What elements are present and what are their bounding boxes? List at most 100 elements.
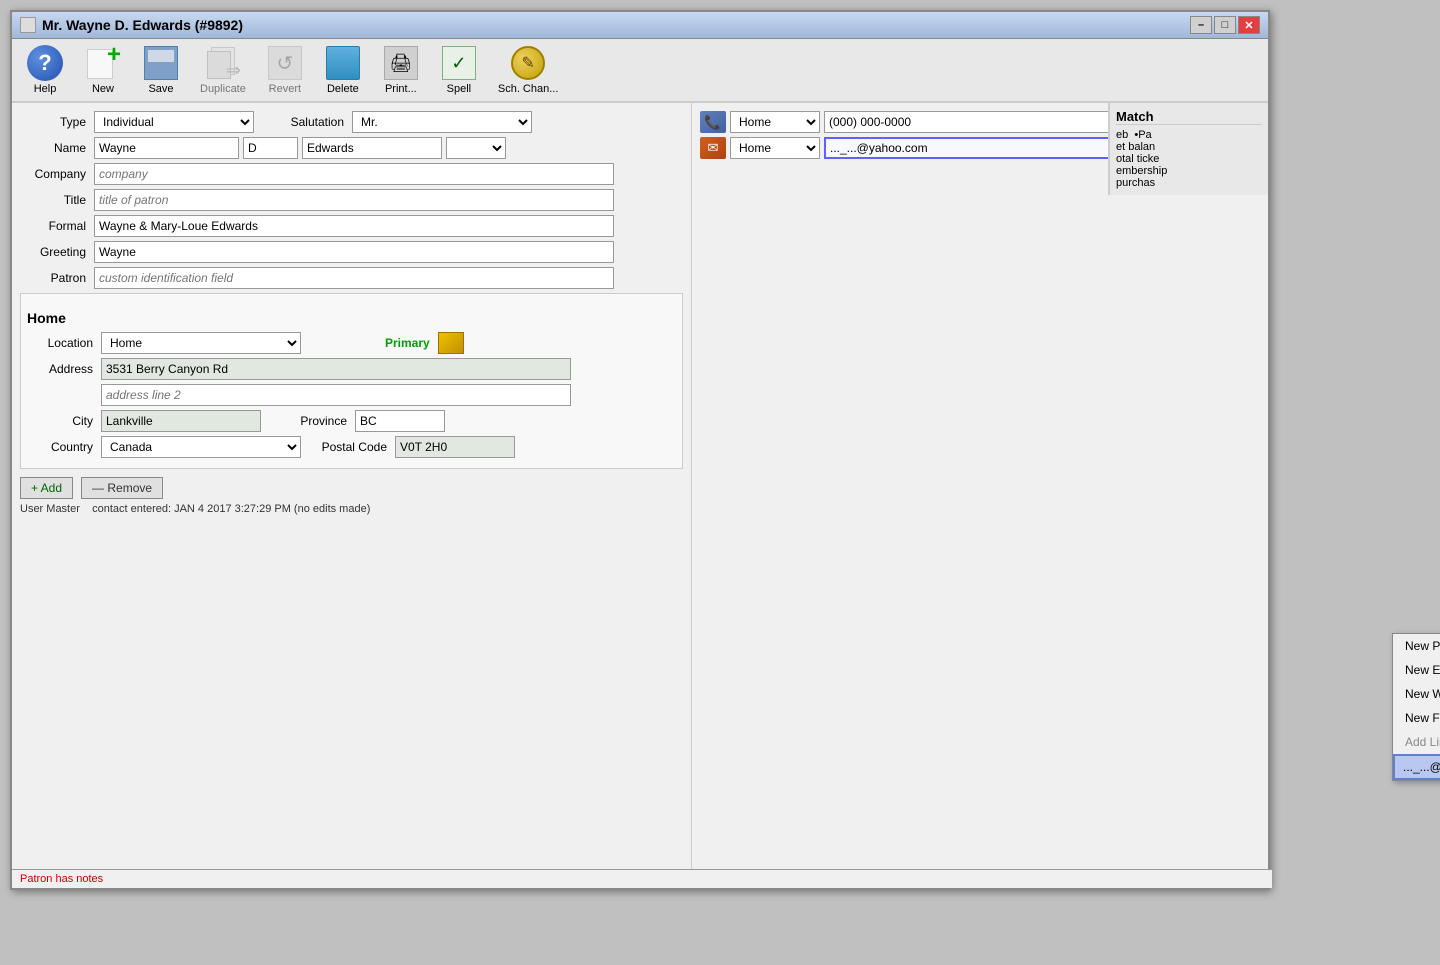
- title-bar-left: Mr. Wayne D. Edwards (#9892): [20, 17, 243, 33]
- duplicate-icon: ⇒: [205, 45, 241, 81]
- greeting-label: Greeting: [20, 245, 90, 259]
- address-section: Home Location Home Primary Address: [20, 293, 683, 469]
- print-label: Print...: [385, 83, 417, 95]
- email-type-select[interactable]: Home: [730, 137, 820, 159]
- address-label: Address: [27, 362, 97, 376]
- save-button[interactable]: Save: [136, 43, 186, 97]
- context-new-email-label: New Email: [1405, 663, 1440, 677]
- context-new-email[interactable]: New Email ▶: [1393, 658, 1440, 682]
- duplicate-button[interactable]: ⇒ Duplicate: [194, 43, 252, 97]
- content-area: Type Individual Salutation Mr. Name: [12, 103, 1268, 883]
- revert-icon: ↺: [267, 45, 303, 81]
- revert-label: Revert: [269, 83, 301, 95]
- formal-label: Formal: [20, 219, 90, 233]
- context-menu: New Phone ▶ New Email ▶ New Website ▶ Ne…: [1392, 633, 1440, 781]
- contact-status: User Master contact entered: JAN 4 2017 …: [20, 503, 683, 515]
- new-button[interactable]: + New: [78, 43, 128, 97]
- side-panel-item-2: et balan: [1116, 141, 1262, 153]
- context-email-row[interactable]: ..._...@yahoo.com ▶: [1393, 754, 1440, 780]
- context-email-value: ..._...@yahoo.com: [1403, 760, 1440, 774]
- location-row: Location Home Primary: [27, 332, 676, 354]
- patron-input[interactable]: [94, 267, 614, 289]
- print-icon: 🖨: [383, 45, 419, 81]
- add-remove-row: + Add — Remove: [20, 477, 683, 499]
- address2-input[interactable]: [101, 384, 571, 406]
- city-input[interactable]: [101, 410, 261, 432]
- delete-button[interactable]: Delete: [318, 43, 368, 97]
- province-input[interactable]: [355, 410, 445, 432]
- side-panel-item-1: eb •Pa: [1116, 129, 1262, 141]
- window-title: Mr. Wayne D. Edwards (#9892): [42, 17, 243, 33]
- title-row: Title: [20, 189, 683, 211]
- name-row: Name: [20, 137, 683, 159]
- title-input[interactable]: [94, 189, 614, 211]
- patron-label: Patron: [20, 271, 90, 285]
- save-icon: [143, 45, 179, 81]
- salutation-label: Salutation: [278, 115, 348, 129]
- sch-chan-label: Sch. Chan...: [498, 83, 559, 95]
- spell-icon: ✓: [441, 45, 477, 81]
- spell-label: Spell: [447, 83, 471, 95]
- delete-label: Delete: [327, 83, 359, 95]
- context-new-website-label: New Website: [1405, 687, 1440, 701]
- address2-row: [27, 384, 676, 406]
- side-panel-item-3: otal ticke: [1116, 153, 1262, 165]
- side-panel-title: Match: [1116, 109, 1262, 125]
- first-name-input[interactable]: [94, 137, 239, 159]
- duplicate-label: Duplicate: [200, 83, 246, 95]
- add-button[interactable]: + Add: [20, 477, 73, 499]
- formal-row: Formal: [20, 215, 683, 237]
- title-buttons: – □ ✕: [1190, 16, 1260, 34]
- user-label: User Master: [20, 503, 80, 515]
- type-salutation-row: Type Individual Salutation Mr.: [20, 111, 683, 133]
- context-new-website[interactable]: New Website ▶: [1393, 682, 1440, 706]
- context-add-link-label: Add Link To Contact In Household: [1405, 735, 1440, 749]
- country-postal-row: Country Canada Postal Code: [27, 436, 676, 458]
- status-bar: Patron has notes: [12, 869, 1272, 888]
- greeting-input[interactable]: [94, 241, 614, 263]
- context-add-link[interactable]: Add Link To Contact In Household: [1393, 730, 1440, 754]
- new-icon: +: [85, 45, 121, 81]
- postal-input[interactable]: [395, 436, 515, 458]
- toolbar: ? Help + New Save ⇒: [12, 39, 1268, 103]
- main-window: Mr. Wayne D. Edwards (#9892) – □ ✕ ? Hel…: [10, 10, 1270, 890]
- company-input[interactable]: [94, 163, 614, 185]
- patron-notes: Patron has notes: [20, 873, 103, 885]
- type-label: Type: [20, 115, 90, 129]
- same-email-arrow: Same Email: [1392, 273, 1440, 673]
- salutation-select[interactable]: Mr.: [352, 111, 532, 133]
- middle-name-input[interactable]: [243, 137, 298, 159]
- formal-input[interactable]: [94, 215, 614, 237]
- sch-chan-button[interactable]: ✎ Sch. Chan...: [492, 43, 565, 97]
- phone-icon: 📞: [700, 111, 726, 133]
- context-new-fax[interactable]: New Fax ▶: [1393, 706, 1440, 730]
- minimize-button[interactable]: –: [1190, 16, 1212, 34]
- country-select[interactable]: Canada: [101, 436, 301, 458]
- close-button[interactable]: ✕: [1238, 16, 1260, 34]
- location-select[interactable]: Home: [101, 332, 301, 354]
- primary-label: Primary: [385, 336, 430, 350]
- type-select[interactable]: Individual: [94, 111, 254, 133]
- province-label: Province: [281, 414, 351, 428]
- primary-gold-btn[interactable]: [438, 332, 464, 354]
- remove-button[interactable]: — Remove: [81, 477, 163, 499]
- print-button[interactable]: 🖨 Print...: [376, 43, 426, 97]
- city-label: City: [27, 414, 97, 428]
- save-label: Save: [148, 83, 173, 95]
- side-panel-item-4: embership: [1116, 165, 1262, 177]
- window-icon: [20, 17, 36, 33]
- address-input[interactable]: [101, 358, 571, 380]
- address-header: Home: [27, 308, 676, 328]
- context-new-phone[interactable]: New Phone ▶: [1393, 634, 1440, 658]
- location-label: Location: [27, 336, 97, 350]
- maximize-button[interactable]: □: [1214, 16, 1236, 34]
- name-suffix-select[interactable]: [446, 137, 506, 159]
- help-button[interactable]: ? Help: [20, 43, 70, 97]
- right-panel: 📞 Home ✉ Home: [692, 103, 1268, 883]
- spell-button[interactable]: ✓ Spell: [434, 43, 484, 97]
- help-icon: ?: [27, 45, 63, 81]
- last-name-input[interactable]: [302, 137, 442, 159]
- revert-button[interactable]: ↺ Revert: [260, 43, 310, 97]
- sch-chan-icon: ✎: [510, 45, 546, 81]
- phone-type-select[interactable]: Home: [730, 111, 820, 133]
